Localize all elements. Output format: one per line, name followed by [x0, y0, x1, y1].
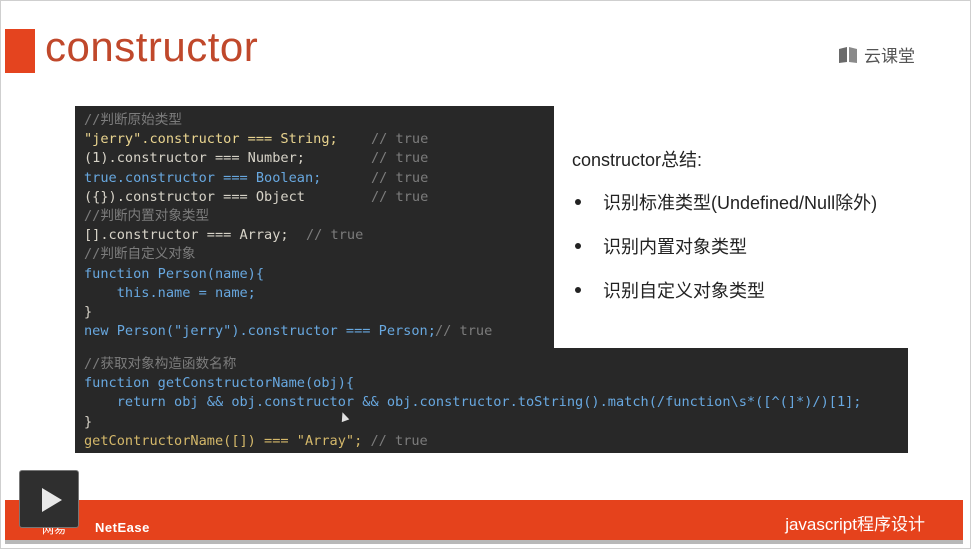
summary-bullet: 识别内置对象类型: [572, 233, 877, 259]
code-line: new Person("jerry").constructor === Pers…: [84, 322, 554, 341]
code-line: }: [84, 303, 93, 320]
code-line: "jerry".constructor === String; // true: [84, 130, 554, 149]
code-block-type-checks: //判断原始类型 "jerry".constructor === String;…: [75, 106, 554, 349]
summary-bullet: 识别自定义对象类型: [572, 277, 877, 303]
code-line: //获取对象构造函数名称: [84, 356, 237, 372]
code-comment: // true: [371, 169, 429, 186]
code-line: function getConstructorName(obj){: [84, 375, 355, 392]
code-line: ({}).constructor === Object // true: [84, 188, 554, 207]
bullet-dot-icon: [575, 243, 581, 249]
book-icon: [839, 46, 857, 63]
bullet-text: 识别自定义对象类型: [603, 281, 765, 301]
code-text: new Person("jerry").constructor === Pers…: [84, 323, 436, 340]
bullet-dot-icon: [575, 287, 581, 293]
code-line: //判断自定义对象: [84, 246, 196, 263]
code-line: getContructorName([]) === "Array"; // tr…: [84, 432, 908, 451]
code-line: }: [84, 413, 93, 430]
code-line: this.name = name;: [84, 284, 256, 301]
code-line: function Person(name){: [84, 265, 265, 282]
code-line: //判断原始类型: [84, 112, 182, 128]
company-name: NetEase: [95, 520, 150, 535]
code-text: [].constructor === Array;: [84, 227, 289, 244]
code-comment: // true: [371, 131, 429, 148]
code-text: getContructorName([]) === "Array";: [84, 432, 363, 449]
code-line: return obj && obj.constructor && obj.con…: [84, 394, 862, 411]
code-comment: // true: [306, 227, 364, 244]
code-line: //判断内置对象类型: [84, 207, 210, 224]
brand-logo: 云课堂: [838, 42, 915, 67]
play-icon: [42, 488, 62, 512]
brand-label: 云课堂: [864, 47, 915, 66]
slide-footer: 网易 NetEase javascript程序设计: [5, 500, 963, 540]
code-comment: // true: [371, 150, 429, 167]
code-line: true.constructor === Boolean; // true: [84, 169, 554, 188]
code-comment: // true: [371, 188, 429, 205]
code-line: [].constructor === Array; // true: [84, 226, 554, 245]
code-line: (1).constructor === Number; // true: [84, 149, 554, 168]
code-comment: // true: [435, 323, 493, 340]
summary-title: constructor总结:: [572, 150, 703, 170]
code-text: "jerry".constructor === String;: [84, 131, 338, 148]
code-text: ({}).constructor === Object: [84, 188, 305, 205]
bullet-dot-icon: [575, 199, 581, 205]
title-accent-bar: [5, 29, 35, 73]
code-comment: // true: [370, 432, 428, 449]
summary-bullet: 识别标准类型(Undefined/Null除外): [572, 189, 877, 215]
summary-panel: constructor总结: 识别标准类型(Undefined/Null除外) …: [572, 146, 877, 321]
bullet-text: 识别内置对象类型: [603, 237, 747, 257]
course-name: javascript程序设计: [785, 515, 925, 534]
play-button[interactable]: [19, 470, 79, 528]
progress-strip: [5, 540, 963, 544]
code-text: (1).constructor === Number;: [84, 150, 305, 167]
slide-title: constructor: [45, 23, 259, 70]
code-block-constructor-name: //获取对象构造函数名称 function getConstructorName…: [75, 348, 908, 453]
code-text: true.constructor === Boolean;: [84, 169, 322, 186]
bullet-text: 识别标准类型(Undefined/Null除外): [603, 193, 878, 213]
